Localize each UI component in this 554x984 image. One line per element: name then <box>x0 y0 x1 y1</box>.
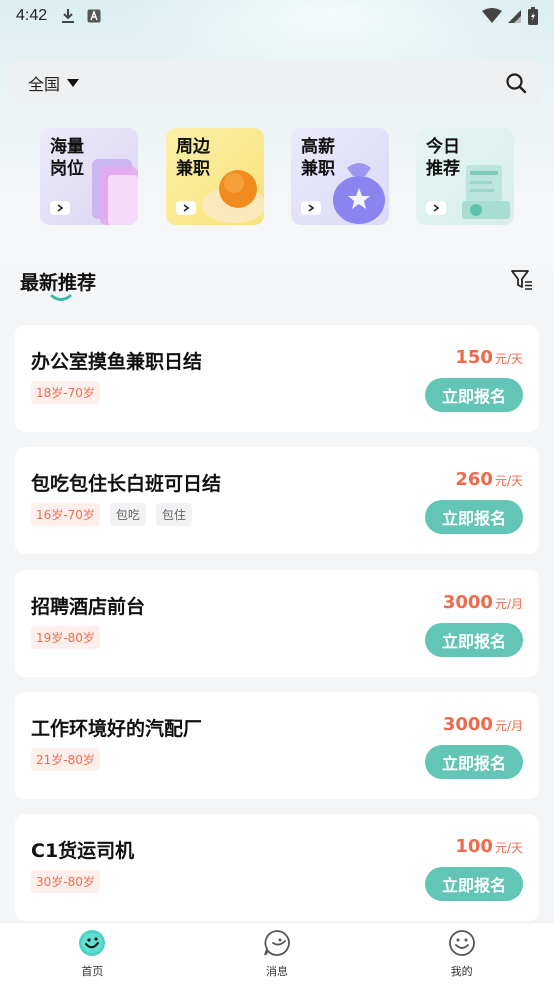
home-smile-icon <box>79 930 106 956</box>
profile-smile-icon <box>448 930 475 956</box>
salary-unit: 元/天 <box>494 841 523 855</box>
job-title: C1货运司机 <box>31 840 135 862</box>
job-card[interactable]: 包吃包住长白班可日结 260 元/天 16岁-70岁 包吃 包住 立即报名 <box>15 447 539 554</box>
search-icon[interactable] <box>504 71 528 95</box>
salary-amount: 150 <box>455 347 493 368</box>
job-title: 包吃包住长白班可日结 <box>31 473 222 495</box>
salary-unit: 元/天 <box>494 474 523 488</box>
salary-amount: 260 <box>455 469 493 490</box>
job-salary: 150 元/天 <box>455 347 523 368</box>
region-selector[interactable]: 全国 <box>28 71 80 95</box>
job-title: 办公室摸鱼兼职日结 <box>31 351 203 373</box>
job-card[interactable]: C1货运司机 100 元/天 30岁-80岁 立即报名 <box>15 814 539 921</box>
tab-mine[interactable]: 我的 <box>369 923 554 984</box>
job-tags: 18岁-70岁 <box>31 381 100 404</box>
chevron-right-icon <box>426 201 446 215</box>
age-tag: 21岁-80岁 <box>31 748 100 771</box>
salary-amount: 3000 <box>442 714 493 735</box>
category-label-line1: 海量 <box>50 137 84 157</box>
tab-messages[interactable]: 消息 <box>185 923 370 984</box>
apply-button[interactable]: 立即报名 <box>425 745 523 779</box>
salary-unit: 元/月 <box>494 719 523 733</box>
category-label-line2: 兼职 <box>301 159 335 179</box>
age-tag: 18岁-70岁 <box>31 381 100 404</box>
tab-home[interactable]: 首页 <box>0 923 185 984</box>
age-tag: 30岁-80岁 <box>31 870 100 893</box>
tab-label: 首页 <box>81 965 104 978</box>
salary-amount: 3000 <box>442 592 493 613</box>
category-label-line2: 推荐 <box>426 159 460 179</box>
job-salary: 3000 元/月 <box>443 592 523 613</box>
wifi-icon <box>482 8 502 23</box>
tab-label: 我的 <box>450 965 473 978</box>
job-salary: 3000 元/月 <box>443 714 523 735</box>
job-card[interactable]: 招聘酒店前台 3000 元/月 19岁-80岁 立即报名 <box>15 570 539 677</box>
job-tags: 30岁-80岁 <box>31 870 100 893</box>
job-salary: 260 元/天 <box>455 469 523 490</box>
tab-label: 消息 <box>266 965 288 978</box>
keyboard-a-icon <box>87 9 101 23</box>
job-salary: 100 元/天 <box>455 836 523 857</box>
battery-icon <box>528 7 538 25</box>
filter-icon[interactable] <box>510 268 534 292</box>
category-label-line1: 今日 <box>426 137 460 157</box>
salary-unit: 元/天 <box>494 352 523 366</box>
age-tag: 16岁-70岁 <box>31 503 100 526</box>
job-tags: 21岁-80岁 <box>31 748 100 771</box>
chevron-right-icon <box>50 201 70 215</box>
search-bar[interactable]: 全国 <box>12 60 542 105</box>
job-title: 招聘酒店前台 <box>31 596 146 618</box>
benefit-tag: 包吃 <box>109 503 146 526</box>
title-underline-decoration <box>50 294 72 301</box>
job-card[interactable]: 工作环境好的汽配厂 3000 元/月 21岁-80岁 立即报名 <box>15 692 539 799</box>
category-label-line2: 岗位 <box>50 159 84 179</box>
category-today-recommend[interactable]: 今日 推荐 <box>416 128 514 225</box>
age-tag: 19岁-80岁 <box>31 626 100 649</box>
category-high-pay-parttime[interactable]: 高薪 兼职 <box>291 128 389 225</box>
benefit-tag: 包住 <box>155 503 192 526</box>
section-title: 最新推荐 <box>20 272 97 294</box>
apply-button[interactable]: 立即报名 <box>425 623 523 657</box>
category-nearby-parttime[interactable]: 周边 兼职 <box>166 128 264 225</box>
category-label-line1: 高薪 <box>301 137 335 157</box>
job-tags: 19岁-80岁 <box>31 626 100 649</box>
category-label-line2: 兼职 <box>176 159 210 179</box>
section-header: 最新推荐 <box>20 268 534 304</box>
chevron-right-icon <box>176 201 196 215</box>
job-tags: 16岁-70岁 包吃 包住 <box>31 503 192 526</box>
bottom-tab-bar: 首页 消息 我的 <box>0 922 554 984</box>
apply-button[interactable]: 立即报名 <box>425 378 523 412</box>
message-bubble-icon <box>264 930 290 956</box>
download-icon <box>62 9 75 23</box>
category-row: 海量 岗位 周边 兼职 高薪 兼职 今日 推荐 <box>40 128 520 226</box>
salary-unit: 元/月 <box>494 597 523 611</box>
apply-button[interactable]: 立即报名 <box>425 500 523 534</box>
salary-amount: 100 <box>455 836 493 857</box>
chevron-right-icon <box>301 201 321 215</box>
caret-down-icon <box>67 78 80 87</box>
category-label-line1: 周边 <box>176 137 210 157</box>
job-title: 工作环境好的汽配厂 <box>31 718 203 740</box>
status-bar: 4:42 <box>0 0 554 32</box>
signal-icon <box>508 10 521 23</box>
job-card[interactable]: 办公室摸鱼兼职日结 150 元/天 18岁-70岁 立即报名 <box>15 325 539 432</box>
status-time: 4:42 <box>16 7 48 24</box>
category-mass-jobs[interactable]: 海量 岗位 <box>40 128 138 225</box>
region-label: 全国 <box>28 74 61 94</box>
apply-button[interactable]: 立即报名 <box>425 867 523 901</box>
